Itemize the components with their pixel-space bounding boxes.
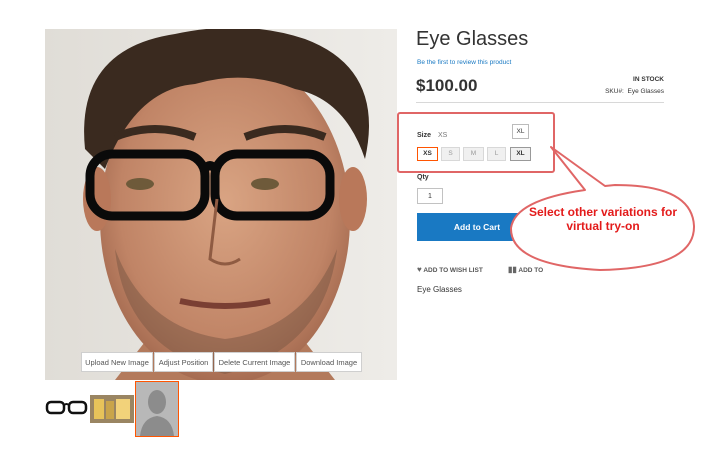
- callout-text: Select other variations for virtual try-…: [528, 205, 678, 233]
